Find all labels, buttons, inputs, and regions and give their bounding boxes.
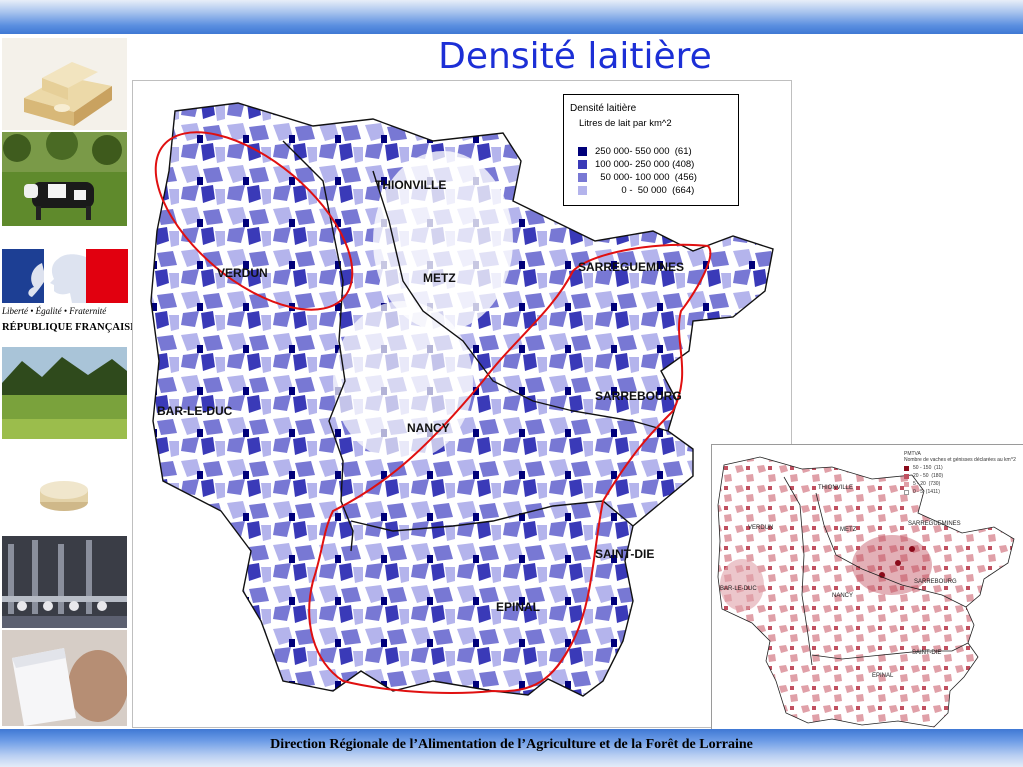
cows-orchard-photo	[2, 132, 127, 226]
inset-legend-swatch	[904, 473, 909, 479]
legend-swatch	[578, 159, 587, 169]
inset-legend-row: 50 - 150 (11)	[904, 465, 1022, 471]
rf-name: RÉPUBLIQUE FRANÇAISE	[2, 322, 138, 333]
pasture-photo	[2, 347, 127, 439]
inset-city-nancy: NANCY	[832, 593, 854, 599]
map-legend: Densité laitière Litres de lait par km^2…	[563, 94, 739, 206]
inset-city-thionville: THIONVILLE	[818, 485, 854, 491]
footer-text: Direction Régionale de l’Alimentation de…	[270, 737, 753, 752]
inset-legend-count: (11)	[934, 465, 943, 471]
inset-legend-range: 5 - 20	[913, 481, 926, 487]
legend-range: 0 - 50 000	[621, 184, 667, 196]
city-label-bar-le-duc: BAR-LE-DUC	[157, 404, 233, 418]
inset-city-sarreguemines: SARREGUEMINES	[908, 521, 961, 527]
inset-legend-swatch	[904, 481, 909, 487]
inset-legend-row: 5 - 20 (730)	[904, 481, 1022, 487]
legend-count: (61)	[674, 145, 692, 157]
milking-parlour-photo	[2, 536, 127, 628]
legend-swatch	[578, 172, 587, 182]
city-label-thionville: THIONVILLE	[375, 178, 447, 192]
inset-legend-subtitle: Nombre de vaches et génisses déclarées a…	[904, 457, 1016, 463]
cheese-photo	[2, 38, 127, 130]
legend-subtitle: Litres de lait par km^2	[579, 118, 672, 129]
inset-legend-range: 0 - 5	[913, 489, 924, 495]
city-label-nancy: NANCY	[407, 421, 450, 435]
legend-swatch	[578, 146, 587, 156]
legend-title: Densité laitière	[570, 103, 637, 114]
inset-city-metz: METZ	[840, 527, 857, 533]
cattle-density-inset-map: PMTVA Nombre de vaches et génisses décla…	[711, 444, 1023, 731]
legend-row: 0 - 50 000 (664)	[578, 184, 694, 196]
republique-francaise-logo: Liberté • Égalité • Fraternité RÉPUBLIQU…	[0, 247, 137, 343]
city-label-epinal: EPINAL	[496, 600, 541, 614]
city-label-metz: METZ	[423, 271, 456, 285]
inset-city-epinal: EPINAL	[872, 673, 894, 679]
legend-row: 50 000- 100 000 (456)	[578, 171, 697, 183]
legend-range: 100 000- 250 000	[595, 158, 670, 170]
city-label-sarrebourg: SARREBOURG	[595, 389, 682, 403]
inset-legend-count: (730)	[928, 481, 941, 487]
rf-motto: Liberté • Égalité • Fraternité	[2, 306, 107, 316]
legend-range: 50 000- 100 000	[600, 171, 670, 183]
inset-city-saint-die: SAINT-DIE	[912, 650, 942, 656]
legend-count: (664)	[672, 184, 695, 196]
inset-legend-row: 0 - 5 (1411)	[904, 489, 1022, 495]
photo-sidebar: Liberté • Égalité • Fraternité RÉPUBLIQU…	[0, 38, 137, 728]
inset-legend: PMTVA Nombre de vaches et génisses décla…	[904, 451, 1022, 511]
slide-title: Densité laitière	[438, 36, 712, 77]
inset-city-verdun: VERDUN	[748, 525, 774, 531]
top-banner	[0, 0, 1023, 34]
inset-legend-row: 20 - 50 (180)	[904, 473, 1022, 479]
legend-swatch	[578, 185, 587, 195]
city-label-saint-die: SAINT-DIE	[595, 547, 655, 561]
legend-count: (408)	[672, 158, 695, 170]
inset-legend-swatch	[904, 489, 909, 495]
legend-row: 100 000- 250 000 (408)	[578, 158, 694, 170]
inset-legend-count: (1411)	[925, 489, 940, 495]
inset-city-bar-le-duc: BAR-LE-DUC	[720, 586, 757, 592]
legend-row: 250 000- 550 000 (61)	[578, 145, 692, 157]
milk-glass-photo	[2, 630, 127, 726]
legend-count: (456)	[674, 171, 697, 183]
inset-legend-count: (180)	[931, 473, 944, 479]
inset-legend-swatch	[904, 465, 909, 471]
inset-city-sarrebourg: SARREBOURG	[914, 579, 957, 585]
inset-legend-range: 20 - 50	[913, 473, 929, 479]
round-cheese-photo	[2, 442, 127, 534]
city-label-verdun: VERDUN	[217, 266, 268, 280]
inset-legend-range: 50 - 150	[913, 465, 932, 471]
city-label-sarreguemines: SARREGUEMINES	[578, 260, 685, 274]
legend-range: 250 000- 550 000	[595, 145, 670, 157]
